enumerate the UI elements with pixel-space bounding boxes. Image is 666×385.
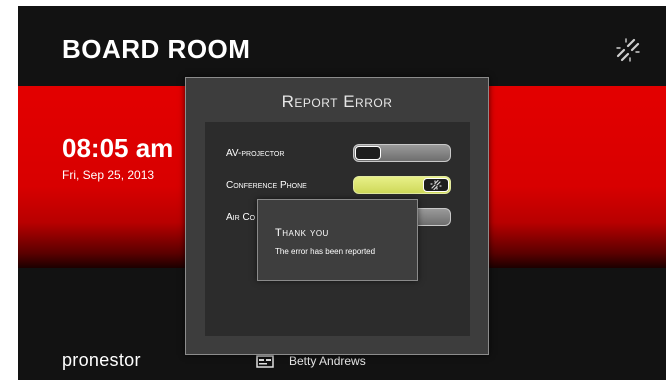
device-row-conference-phone: Conference Phone: [205, 176, 470, 196]
av-projector-toggle[interactable]: [353, 144, 451, 162]
conference-phone-toggle[interactable]: [353, 176, 451, 194]
clock-date: Fri, Sep 25, 2013: [62, 168, 155, 182]
broken-link-icon: [430, 179, 442, 191]
toast-message: The error has been reported: [275, 247, 376, 256]
toggle-knob: [423, 178, 449, 192]
host-name: Betty Andrews: [289, 354, 366, 368]
toggle-knob: [355, 146, 381, 160]
device-label: AV-projector: [226, 148, 285, 159]
clock-time: 08:05 am: [62, 133, 174, 163]
confirmation-toast: Thank you The error has been reported: [257, 199, 418, 281]
brand-logo: pronestor: [62, 350, 141, 370]
device-row-av-projector: AV-projector: [205, 144, 470, 164]
id-card-icon: [256, 355, 274, 368]
broken-link-icon[interactable]: [614, 36, 642, 64]
device-label: Conference Phone: [226, 180, 307, 191]
dialog-title: Report Error: [281, 92, 393, 111]
toast-title: Thank you: [275, 227, 329, 239]
device-label: Air Co: [226, 212, 256, 223]
room-title: BOARD ROOM: [62, 34, 251, 64]
